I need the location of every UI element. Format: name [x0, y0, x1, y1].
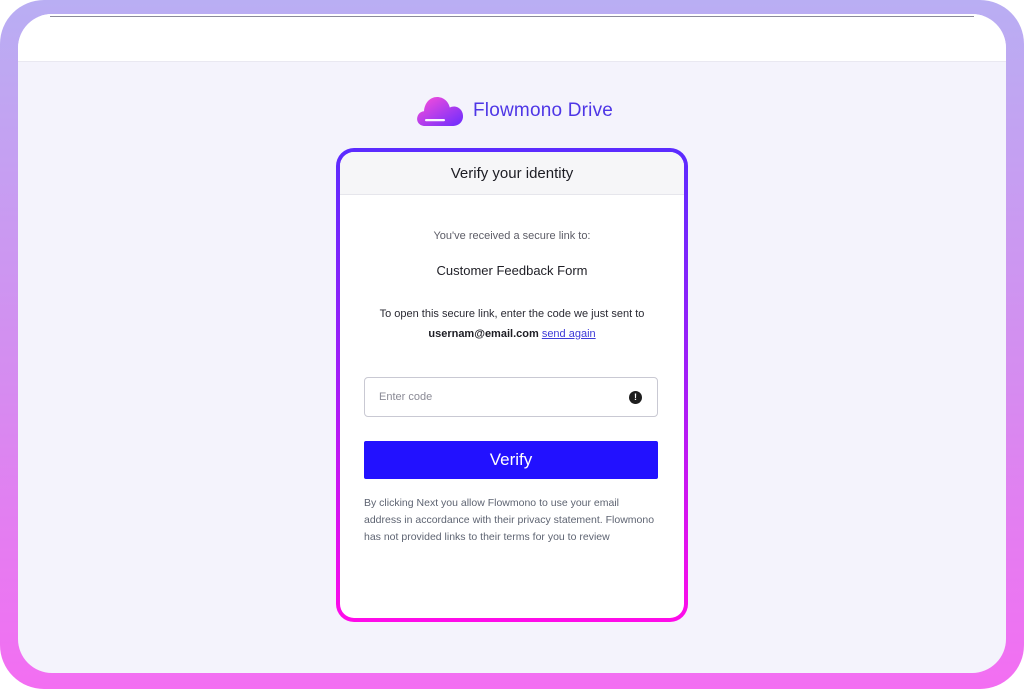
top-bar [18, 14, 1006, 62]
browser-window: Flowmono Drive Verify your identity You'… [18, 14, 1006, 673]
intro-text: You've received a secure link to: [433, 230, 591, 242]
brand-header: Flowmono Drive [416, 94, 613, 128]
brand-name: Flowmono Drive [473, 100, 614, 121]
document-title: Customer Feedback Form [436, 263, 588, 278]
card-header-title: Verify your identity [340, 152, 684, 195]
alert-circle-icon: ! [629, 391, 642, 404]
verify-button[interactable]: Verify [364, 441, 658, 479]
device-frame: Flowmono Drive Verify your identity You'… [0, 0, 1024, 689]
send-again-link[interactable]: send again [542, 328, 596, 340]
instructions-text: To open this secure link, enter the code… [379, 308, 645, 320]
recipient-email: usernam@email.com [428, 328, 539, 340]
code-field: ! [364, 377, 658, 417]
verify-card: Verify your identity You've received a s… [340, 152, 684, 618]
code-input[interactable] [365, 378, 629, 416]
cloud-logo-icon [417, 97, 464, 126]
verify-card-border: Verify your identity You've received a s… [336, 148, 688, 622]
disclaimer-text: By clicking Next you allow Flowmono to u… [364, 497, 655, 543]
top-divider [50, 16, 974, 17]
email-line: usernam@email.com send again [340, 328, 684, 340]
